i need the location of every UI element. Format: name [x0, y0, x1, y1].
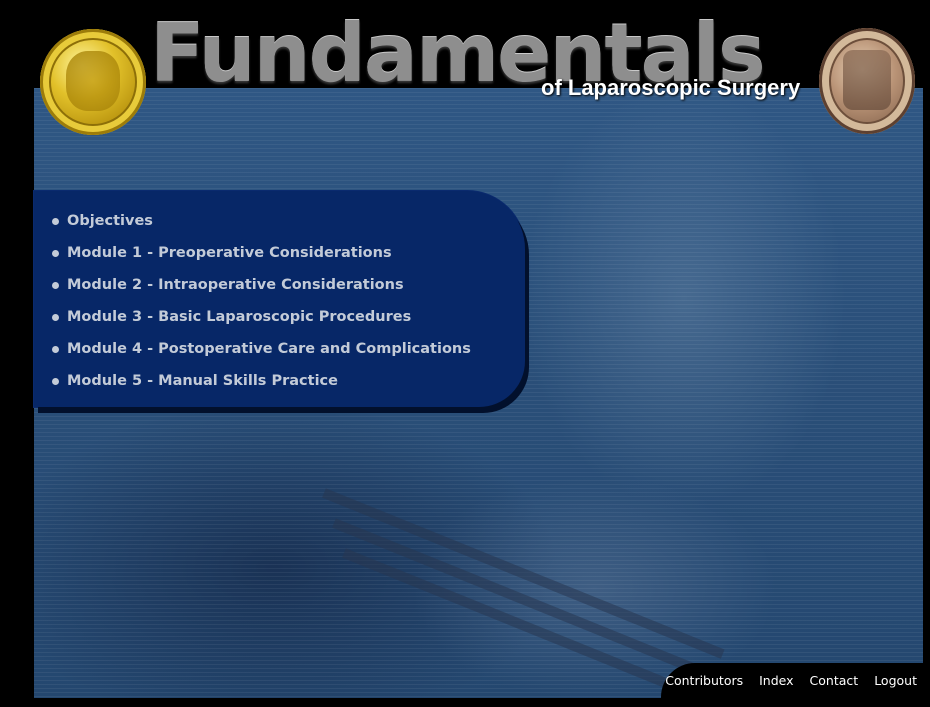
- app-subtitle: of Laparoscopic Surgery: [541, 75, 801, 100]
- college-seal-icon: [819, 28, 915, 134]
- menu-item-label: Module 5 - Manual Skills Practice: [67, 373, 338, 389]
- bullet-icon: [52, 217, 59, 225]
- menu-item-objectives[interactable]: Objectives: [52, 205, 471, 237]
- bullet-icon: [52, 313, 59, 321]
- bullet-icon: [52, 249, 59, 257]
- menu-item-module-2[interactable]: Module 2 - Intraoperative Considerations: [52, 269, 471, 301]
- bullet-icon: [52, 377, 59, 385]
- contact-link[interactable]: Contact: [810, 673, 859, 688]
- menu-item-module-3[interactable]: Module 3 - Basic Laparoscopic Procedures: [52, 301, 471, 333]
- instrument-beam: [332, 518, 735, 689]
- bullet-icon: [52, 345, 59, 353]
- logout-link[interactable]: Logout: [874, 673, 917, 688]
- menu-item-label: Module 4 - Postoperative Care and Compli…: [67, 341, 471, 357]
- menu-item-module-1[interactable]: Module 1 - Preoperative Considerations: [52, 237, 471, 269]
- footer-nav: Contributors Index Contact Logout: [661, 663, 923, 700]
- menu-item-label: Module 1 - Preoperative Considerations: [67, 245, 392, 261]
- footer-links: Contributors Index Contact Logout: [665, 673, 917, 688]
- module-menu: Objectives Module 1 - Preoperative Consi…: [34, 191, 525, 407]
- index-link[interactable]: Index: [759, 673, 793, 688]
- menu-item-module-4[interactable]: Module 4 - Postoperative Care and Compli…: [52, 333, 471, 365]
- gold-seal-icon: [40, 29, 146, 135]
- contributors-link[interactable]: Contributors: [665, 673, 743, 688]
- menu-item-label: Objectives: [67, 213, 153, 229]
- page: Fundamentals of Laparoscopic Surgery Obj…: [0, 0, 930, 707]
- menu-list: Objectives Module 1 - Preoperative Consi…: [52, 205, 471, 397]
- menu-item-module-5[interactable]: Module 5 - Manual Skills Practice: [52, 365, 471, 397]
- bullet-icon: [52, 281, 59, 289]
- menu-item-label: Module 2 - Intraoperative Considerations: [67, 277, 404, 293]
- menu-item-label: Module 3 - Basic Laparoscopic Procedures: [67, 309, 412, 325]
